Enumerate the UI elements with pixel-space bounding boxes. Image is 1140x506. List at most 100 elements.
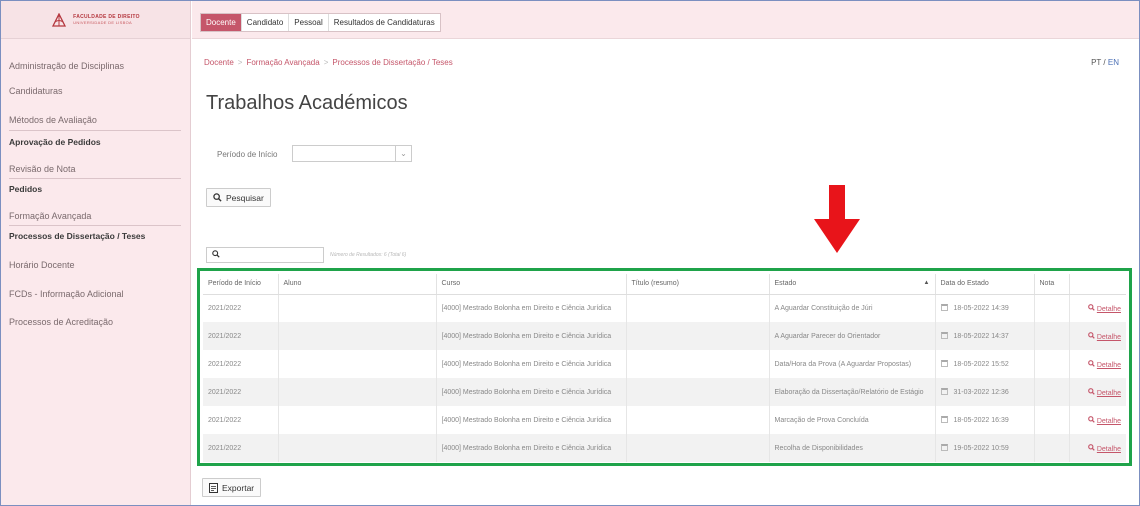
detail-link[interactable]: Detalhe bbox=[1087, 415, 1121, 425]
sidebar-item-processos-acreditacao[interactable]: Processos de Acreditação bbox=[9, 317, 113, 327]
cell-periodo: 2021/2022 bbox=[203, 434, 279, 462]
detail-link[interactable]: Detalhe bbox=[1087, 303, 1121, 313]
calendar-icon bbox=[940, 444, 948, 451]
breadcrumb-separator: > bbox=[323, 58, 329, 67]
search-button-label: Pesquisar bbox=[226, 192, 264, 203]
cell-data-estado: 18-05-2022 16:39 bbox=[935, 406, 1035, 434]
logo[interactable]: FACULDADE DE DIREITO UNIVERSIDADE DE LIS… bbox=[1, 1, 190, 39]
breadcrumb-item-processos-dissertacao[interactable]: Processos de Dissertação / Teses bbox=[332, 58, 452, 67]
cell-curso: [4000] Mestrado Bolonha em Direito e Ciê… bbox=[436, 322, 627, 350]
cell-aluno bbox=[278, 294, 437, 322]
cell-periodo: 2021/2022 bbox=[203, 294, 279, 322]
cell-titulo bbox=[626, 378, 770, 406]
cell-curso: [4000] Mestrado Bolonha em Direito e Ciê… bbox=[436, 294, 627, 322]
search-icon bbox=[1087, 415, 1095, 423]
search-icon bbox=[1087, 303, 1095, 311]
cell-titulo bbox=[626, 406, 770, 434]
cell-data-estado: 18-05-2022 14:37 bbox=[935, 322, 1035, 350]
cell-data-estado: 18-05-2022 15:52 bbox=[935, 350, 1035, 378]
period-select[interactable]: ⌄ bbox=[292, 145, 412, 162]
search-icon bbox=[1087, 443, 1095, 451]
sidebar-item-metodos-avaliacao[interactable]: Métodos de Avaliação bbox=[9, 115, 97, 125]
page-title: Trabalhos Académicos bbox=[206, 92, 408, 114]
table-search-input[interactable] bbox=[206, 247, 324, 263]
cell-actions: Detalhe bbox=[1069, 434, 1126, 462]
cell-data-estado: 19-05-2022 10:59 bbox=[935, 434, 1035, 462]
export-button[interactable]: Exportar bbox=[202, 478, 262, 497]
cell-titulo bbox=[626, 350, 770, 378]
table-row: 2021/2022 [4000] Mestrado Bolonha em Dire… bbox=[203, 406, 1126, 434]
lang-option-en[interactable]: EN bbox=[1108, 58, 1119, 67]
sidebar-item-revisao-nota[interactable]: Revisão de Nota bbox=[9, 164, 76, 174]
detail-link-label: Detalhe bbox=[1096, 445, 1121, 453]
cell-actions: Detalhe bbox=[1069, 294, 1126, 322]
search-icon bbox=[1087, 331, 1095, 339]
sidebar-item-pedidos[interactable]: Pedidos bbox=[9, 184, 42, 194]
top-navigation-bar: Docente Candidato Pessoal Resultados de … bbox=[192, 1, 1139, 39]
cell-periodo: 2021/2022 bbox=[203, 350, 279, 378]
cell-estado: Elaboração da Dissertação/Relatório de E… bbox=[769, 378, 936, 406]
cell-actions: Detalhe bbox=[1069, 350, 1126, 378]
sidebar-item-candidaturas[interactable]: Candidaturas bbox=[9, 86, 63, 96]
tab-candidato[interactable]: Candidato bbox=[242, 14, 290, 31]
calendar-icon bbox=[940, 388, 948, 395]
down-arrow-icon bbox=[814, 185, 860, 253]
sidebar-item-horario-docente[interactable]: Horário Docente bbox=[9, 260, 75, 270]
column-header-curso[interactable]: Curso bbox=[436, 274, 627, 295]
cell-titulo bbox=[626, 294, 770, 322]
cell-data-value: 31-03-2022 12:36 bbox=[953, 389, 1009, 396]
detail-link[interactable]: Detalhe bbox=[1087, 387, 1121, 397]
column-header-nota[interactable]: Nota bbox=[1034, 274, 1070, 295]
cell-estado: Recolha de Disponibilidades bbox=[769, 434, 936, 462]
sidebar-item-formacao-avancada[interactable]: Formação Avançada bbox=[9, 211, 91, 221]
language-switcher: PT / EN bbox=[1091, 58, 1119, 67]
column-header-data-estado[interactable]: Data do Estado bbox=[935, 274, 1035, 295]
tab-resultados-candidaturas[interactable]: Resultados de Candidaturas bbox=[329, 14, 440, 31]
cell-data-value: 18-05-2022 16:39 bbox=[953, 417, 1009, 424]
detail-link-label: Detalhe bbox=[1096, 305, 1121, 313]
breadcrumb-item-formacao-avancada[interactable]: Formação Avançada bbox=[246, 58, 319, 67]
cell-titulo bbox=[626, 434, 770, 462]
detail-link[interactable]: Detalhe bbox=[1087, 331, 1121, 341]
sidebar-divider bbox=[9, 178, 181, 179]
column-header-aluno[interactable]: Aluno bbox=[278, 274, 437, 295]
sort-ascending-icon[interactable]: ▲ bbox=[924, 280, 930, 286]
sidebar-item-administracao-disciplinas[interactable]: Administração de Disciplinas bbox=[9, 61, 124, 71]
cell-data-value: 19-05-2022 10:59 bbox=[953, 445, 1009, 452]
breadcrumb: Docente > Formação Avançada > Processos de D… bbox=[204, 58, 453, 67]
chevron-down-icon[interactable]: ⌄ bbox=[395, 146, 411, 161]
tab-docente[interactable]: Docente bbox=[201, 14, 242, 31]
sidebar-divider bbox=[9, 225, 181, 226]
column-header-actions bbox=[1069, 274, 1126, 295]
results-count-hint: Número de Resultados: 6 (Total 6) bbox=[330, 252, 407, 258]
sidebar-item-aprovacao-pedidos[interactable]: Aprovação de Pedidos bbox=[9, 137, 101, 147]
table-row: 2021/2022 [4000] Mestrado Bolonha em Dire… bbox=[203, 350, 1126, 378]
breadcrumb-item-docente[interactable]: Docente bbox=[204, 58, 234, 67]
tab-pessoal[interactable]: Pessoal bbox=[289, 14, 329, 31]
detail-link[interactable]: Detalhe bbox=[1087, 443, 1121, 453]
search-icon bbox=[1087, 359, 1095, 367]
search-icon bbox=[213, 193, 222, 202]
cell-aluno bbox=[278, 322, 437, 350]
search-button[interactable]: Pesquisar bbox=[206, 188, 271, 207]
cell-data-value: 18-05-2022 14:39 bbox=[953, 305, 1009, 313]
lang-current: PT bbox=[1091, 58, 1102, 67]
search-icon bbox=[212, 250, 220, 258]
logo-text: FACULDADE DE DIREITO UNIVERSIDADE DE LIS… bbox=[73, 14, 140, 25]
sidebar-item-fcds[interactable]: FCDs - Informação Adicional bbox=[9, 289, 124, 299]
lang-divider: / bbox=[1103, 58, 1106, 67]
cell-curso: [4000] Mestrado Bolonha em Direito e Ciê… bbox=[436, 350, 627, 378]
cell-nota bbox=[1034, 434, 1070, 462]
detail-link[interactable]: Detalhe bbox=[1087, 359, 1121, 369]
cell-aluno bbox=[278, 406, 437, 434]
column-header-estado[interactable]: Estado ▲ bbox=[769, 274, 936, 295]
cell-aluno bbox=[278, 350, 437, 378]
logo-line-2: UNIVERSIDADE DE LISBOA bbox=[73, 19, 132, 25]
detail-link-label: Detalhe bbox=[1096, 417, 1121, 425]
sidebar: FACULDADE DE DIREITO UNIVERSIDADE DE LIS… bbox=[1, 1, 191, 505]
sidebar-item-processos-dissertacao[interactable]: Processos de Dissertação / Teses bbox=[9, 231, 145, 241]
breadcrumb-separator: > bbox=[237, 58, 243, 67]
column-header-titulo[interactable]: Título (resumo) bbox=[626, 274, 770, 295]
cell-data-estado: 18-05-2022 14:39 bbox=[935, 294, 1035, 322]
column-header-periodo[interactable]: Período de Início bbox=[203, 274, 279, 295]
